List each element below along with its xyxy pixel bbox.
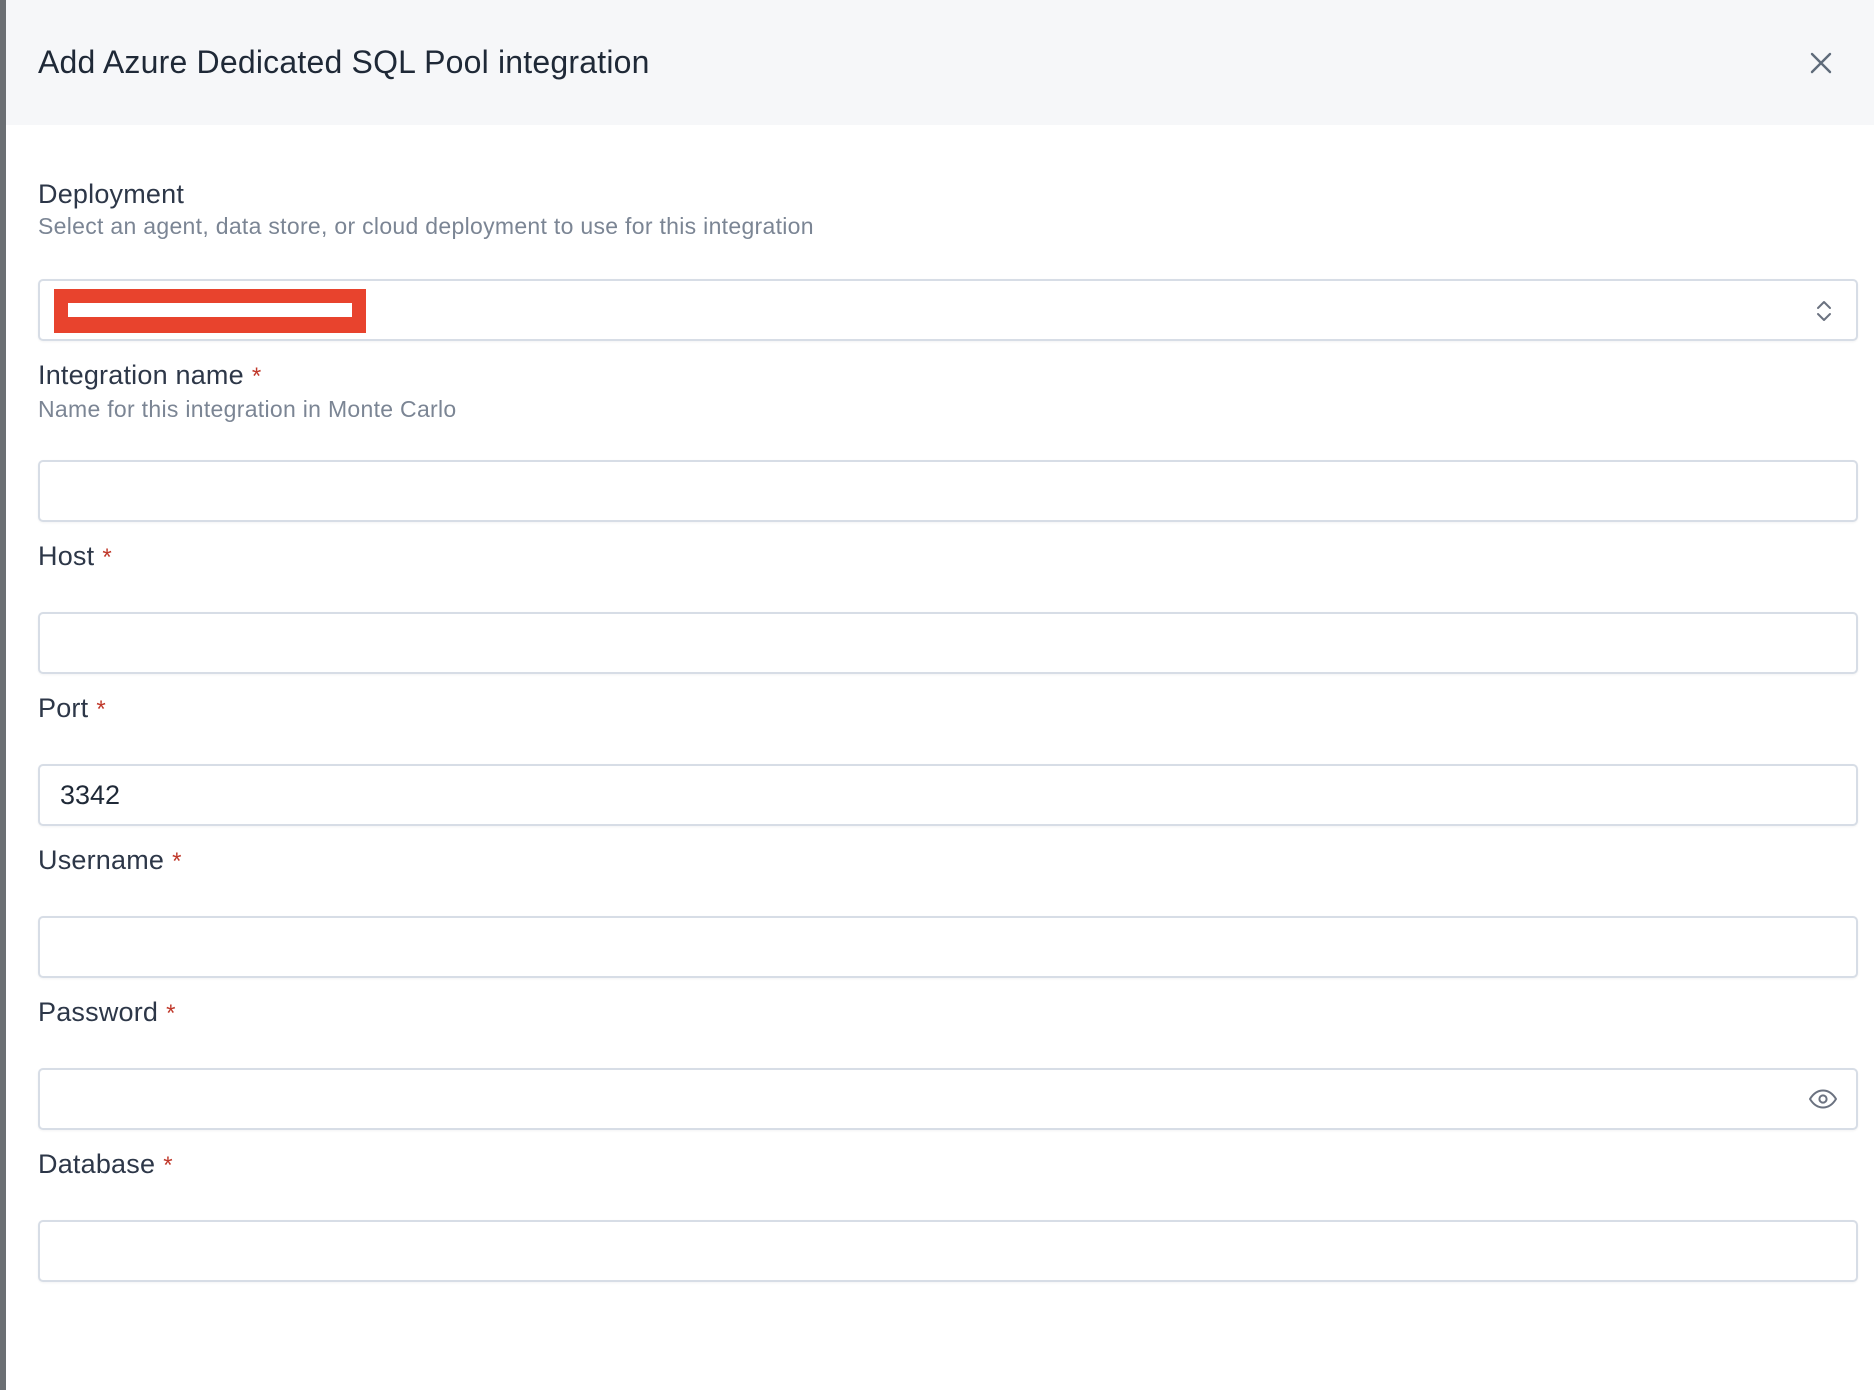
required-marker: * <box>96 696 106 723</box>
integration-name-input[interactable] <box>60 462 1800 520</box>
password-input[interactable] <box>60 1070 1800 1128</box>
deployment-label: Deployment <box>38 179 185 209</box>
username-label: Username <box>38 845 165 875</box>
password-field: Password * <box>38 995 1858 1130</box>
deployment-help-text: Select an agent, data store, or cloud de… <box>38 213 814 239</box>
port-label: Port <box>38 693 89 723</box>
deployment-field: Deployment Select an agent, data store, … <box>38 177 1858 341</box>
username-field: Username * <box>38 843 1858 978</box>
required-marker: * <box>163 1152 173 1179</box>
redacted-deployment-value <box>54 289 366 333</box>
database-input[interactable] <box>60 1222 1800 1280</box>
port-input-box[interactable] <box>38 764 1858 826</box>
database-field: Database * <box>38 1147 1858 1282</box>
integration-name-label: Integration name <box>38 360 244 390</box>
username-input-box[interactable] <box>38 916 1858 978</box>
host-input-box[interactable] <box>38 612 1858 674</box>
host-label: Host <box>38 541 95 571</box>
port-field: Port * <box>38 691 1858 826</box>
host-field: Host * <box>38 539 1858 674</box>
port-input[interactable] <box>60 766 1800 824</box>
required-marker: * <box>166 1000 176 1027</box>
required-marker: * <box>102 544 112 571</box>
modal-header: Add Azure Dedicated SQL Pool integration <box>6 0 1874 125</box>
password-input-box[interactable] <box>38 1068 1858 1130</box>
integration-name-help-text: Name for this integration in Monte Carlo <box>38 396 457 422</box>
database-label: Database <box>38 1149 156 1179</box>
close-button[interactable] <box>1804 46 1838 80</box>
deployment-select[interactable] <box>38 279 1858 341</box>
integration-modal: Add Azure Dedicated SQL Pool integration… <box>6 0 1874 1390</box>
close-icon <box>1810 52 1832 74</box>
show-password-button[interactable] <box>1806 1084 1840 1114</box>
integration-name-input-box[interactable] <box>38 460 1858 522</box>
modal-title: Add Azure Dedicated SQL Pool integration <box>38 44 650 80</box>
eye-icon <box>1809 1089 1837 1109</box>
database-input-box[interactable] <box>38 1220 1858 1282</box>
username-input[interactable] <box>60 918 1800 976</box>
required-marker: * <box>172 848 182 875</box>
chevron-up-down-icon <box>1817 301 1831 321</box>
integration-name-field: Integration name * Name for this integrat… <box>38 358 1858 522</box>
required-marker: * <box>251 363 262 390</box>
host-input[interactable] <box>60 614 1800 672</box>
password-label: Password <box>38 997 159 1027</box>
